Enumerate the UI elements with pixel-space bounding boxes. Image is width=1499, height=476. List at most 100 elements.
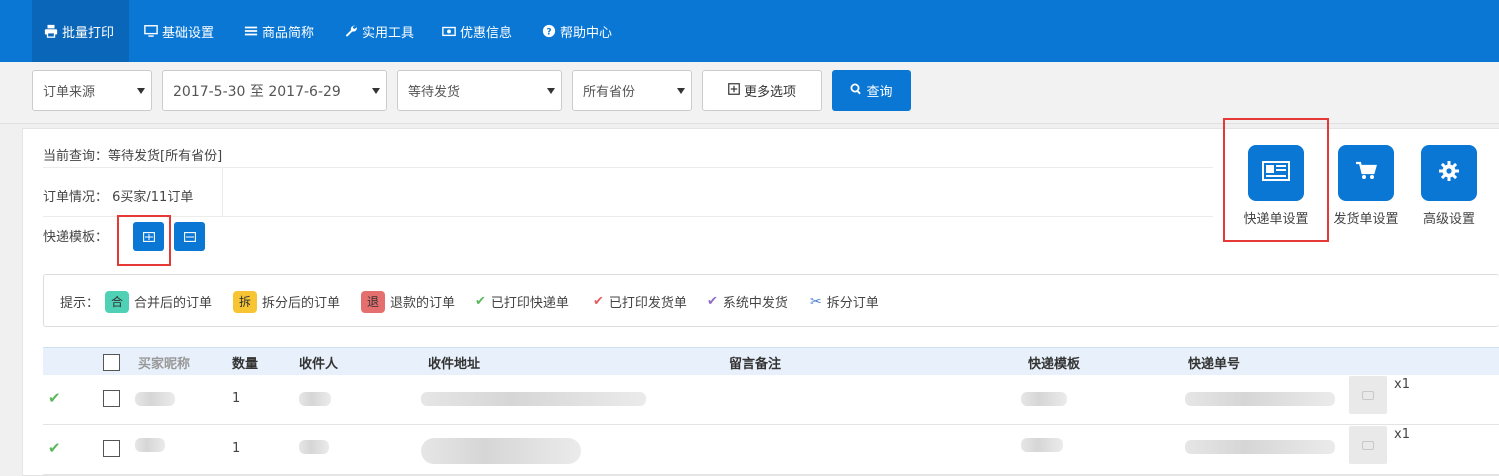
order-source-select[interactable]: 订单来源 — [32, 70, 152, 111]
query-button[interactable]: 查询 — [832, 70, 911, 111]
table-row[interactable]: ✔ 1 x1 — [43, 425, 1499, 475]
legend-bar: 提示： 合 合并后的订单 拆 拆分后的订单 退 退款的订单 ✔ 已打印快递单 ✔… — [43, 274, 1499, 327]
legend-prefix: 提示： — [60, 296, 100, 311]
divider — [43, 216, 1213, 217]
date-range-select[interactable]: 2017-5-30 至 2017-6-29 — [162, 70, 387, 111]
nav-label: 帮助中心 — [560, 25, 613, 41]
divider — [222, 168, 223, 216]
legend-label: 退款的订单 — [390, 296, 456, 311]
highlight-box — [1223, 118, 1329, 242]
header-template: 快递模板 — [1028, 356, 1081, 372]
blurred-recipient — [299, 392, 331, 406]
date-range-value: 2017-5-30 至 2017-6-29 — [173, 83, 341, 100]
top-navigation: 批量打印 基础设置 商品简称 实用工具 优惠信息 ? 帮助中心 — [0, 0, 1499, 62]
nav-label: 实用工具 — [362, 25, 415, 41]
monitor-icon — [144, 24, 158, 38]
blurred-template — [1021, 438, 1063, 452]
legend-label: 拆分后的订单 — [262, 296, 341, 311]
item-quantity: x1 — [1394, 377, 1410, 392]
header-buyer[interactable]: 买家昵称 — [138, 348, 190, 376]
header-tracking: 快递单号 — [1188, 356, 1241, 372]
nav-help-center[interactable]: ? 帮助中心 — [530, 0, 628, 62]
product-thumbnail[interactable] — [1349, 376, 1387, 414]
help-circle-icon: ? — [542, 24, 556, 38]
legend-printed-express: ✔ 已打印快递单 — [475, 275, 569, 328]
query-label: 查询 — [866, 85, 893, 100]
shipping-settings-button[interactable] — [1338, 145, 1394, 201]
check-icon: ✔ — [48, 389, 61, 407]
nav-tools[interactable]: 实用工具 — [332, 0, 430, 62]
legend-refund: 退 退款的订单 — [361, 275, 455, 328]
qty-cell: 1 — [232, 391, 241, 406]
highlight-box — [117, 215, 171, 266]
merged-badge: 合 — [105, 290, 129, 313]
shipping-settings-label: 发货单设置 — [1333, 212, 1399, 227]
plus-square-icon — [728, 82, 740, 99]
blurred-buyer — [135, 438, 165, 452]
legend-label: 合并后的订单 — [134, 296, 213, 311]
shopping-cart-icon — [1355, 161, 1377, 185]
nav-batch-print[interactable]: 批量打印 — [32, 0, 129, 62]
list-icon — [244, 24, 258, 38]
nav-label: 优惠信息 — [460, 25, 513, 41]
template-button-2[interactable] — [174, 222, 205, 251]
status-select[interactable]: 等待发货 — [397, 70, 562, 111]
advanced-settings-button[interactable] — [1421, 145, 1477, 201]
nav-basic-settings[interactable]: 基础设置 — [132, 0, 230, 62]
legend-split-order: ✂ 拆分订单 — [810, 275, 879, 328]
qty-cell: 1 — [232, 441, 241, 456]
product-thumbnail[interactable] — [1349, 426, 1387, 464]
image-placeholder-icon — [1362, 440, 1374, 450]
blurred-address — [421, 392, 646, 406]
blurred-address — [421, 438, 581, 464]
check-icon: ✔ — [48, 439, 61, 457]
caret-down-icon — [372, 88, 380, 94]
legend-printed-shipping: ✔ 已打印发货单 — [593, 275, 687, 328]
check-icon: ✔ — [707, 294, 718, 309]
check-icon: ✔ — [593, 294, 604, 309]
province-select[interactable]: 所有省份 — [572, 70, 692, 111]
scissors-icon: ✂ — [810, 293, 822, 310]
split-badge: 拆 — [233, 290, 257, 313]
current-query-text: 当前查询：等待发货[所有省份] — [43, 149, 223, 164]
legend-label: 已打印发货单 — [608, 296, 687, 311]
svg-text:?: ? — [546, 28, 551, 38]
row-checkbox[interactable] — [103, 390, 120, 407]
nav-product-short-name[interactable]: 商品简称 — [232, 0, 330, 62]
blurred-tracking — [1185, 392, 1335, 406]
header-remark: 留言备注 — [729, 356, 782, 372]
order-status-text: 订单情况： 6买家/11订单 — [43, 190, 194, 205]
more-options-label: 更多选项 — [743, 85, 796, 100]
divider — [43, 167, 1213, 168]
caret-down-icon — [547, 88, 555, 94]
nav-promotions[interactable]: 优惠信息 — [430, 0, 528, 62]
search-icon — [850, 83, 862, 99]
check-icon: ✔ — [475, 294, 486, 309]
blurred-template — [1021, 392, 1067, 406]
table-header: 买家昵称 数量 收件人 收件地址 留言备注 快递模板 快递单号 — [43, 347, 1499, 375]
header-address: 收件地址 — [428, 356, 481, 372]
row-checkbox[interactable] — [103, 440, 120, 457]
table-row[interactable]: ✔ 1 x1 — [43, 375, 1499, 425]
status-value: 等待发货 — [408, 85, 461, 100]
advanced-settings-label: 高级设置 — [1422, 212, 1475, 227]
gear-icon — [1438, 160, 1460, 186]
blurred-buyer — [135, 392, 175, 406]
refund-badge: 退 — [361, 290, 385, 313]
express-template-label: 快递模板： — [43, 230, 109, 245]
nav-label: 批量打印 — [62, 25, 115, 41]
select-all-checkbox[interactable] — [103, 354, 120, 371]
legend-split: 拆 拆分后的订单 — [233, 275, 340, 328]
printer-icon — [44, 24, 58, 38]
template-icon — [183, 227, 196, 246]
caret-down-icon — [677, 88, 685, 94]
nav-label: 商品简称 — [262, 25, 315, 41]
more-options-button[interactable]: 更多选项 — [702, 70, 822, 111]
order-source-value: 订单来源 — [43, 85, 96, 100]
province-value: 所有省份 — [583, 85, 636, 100]
item-quantity: x1 — [1394, 427, 1410, 442]
blurred-recipient — [299, 440, 329, 454]
filter-bar: 订单来源 2017-5-30 至 2017-6-29 等待发货 所有省份 更多选… — [0, 62, 1499, 124]
nav-label: 基础设置 — [162, 25, 215, 41]
image-placeholder-icon — [1362, 390, 1374, 400]
